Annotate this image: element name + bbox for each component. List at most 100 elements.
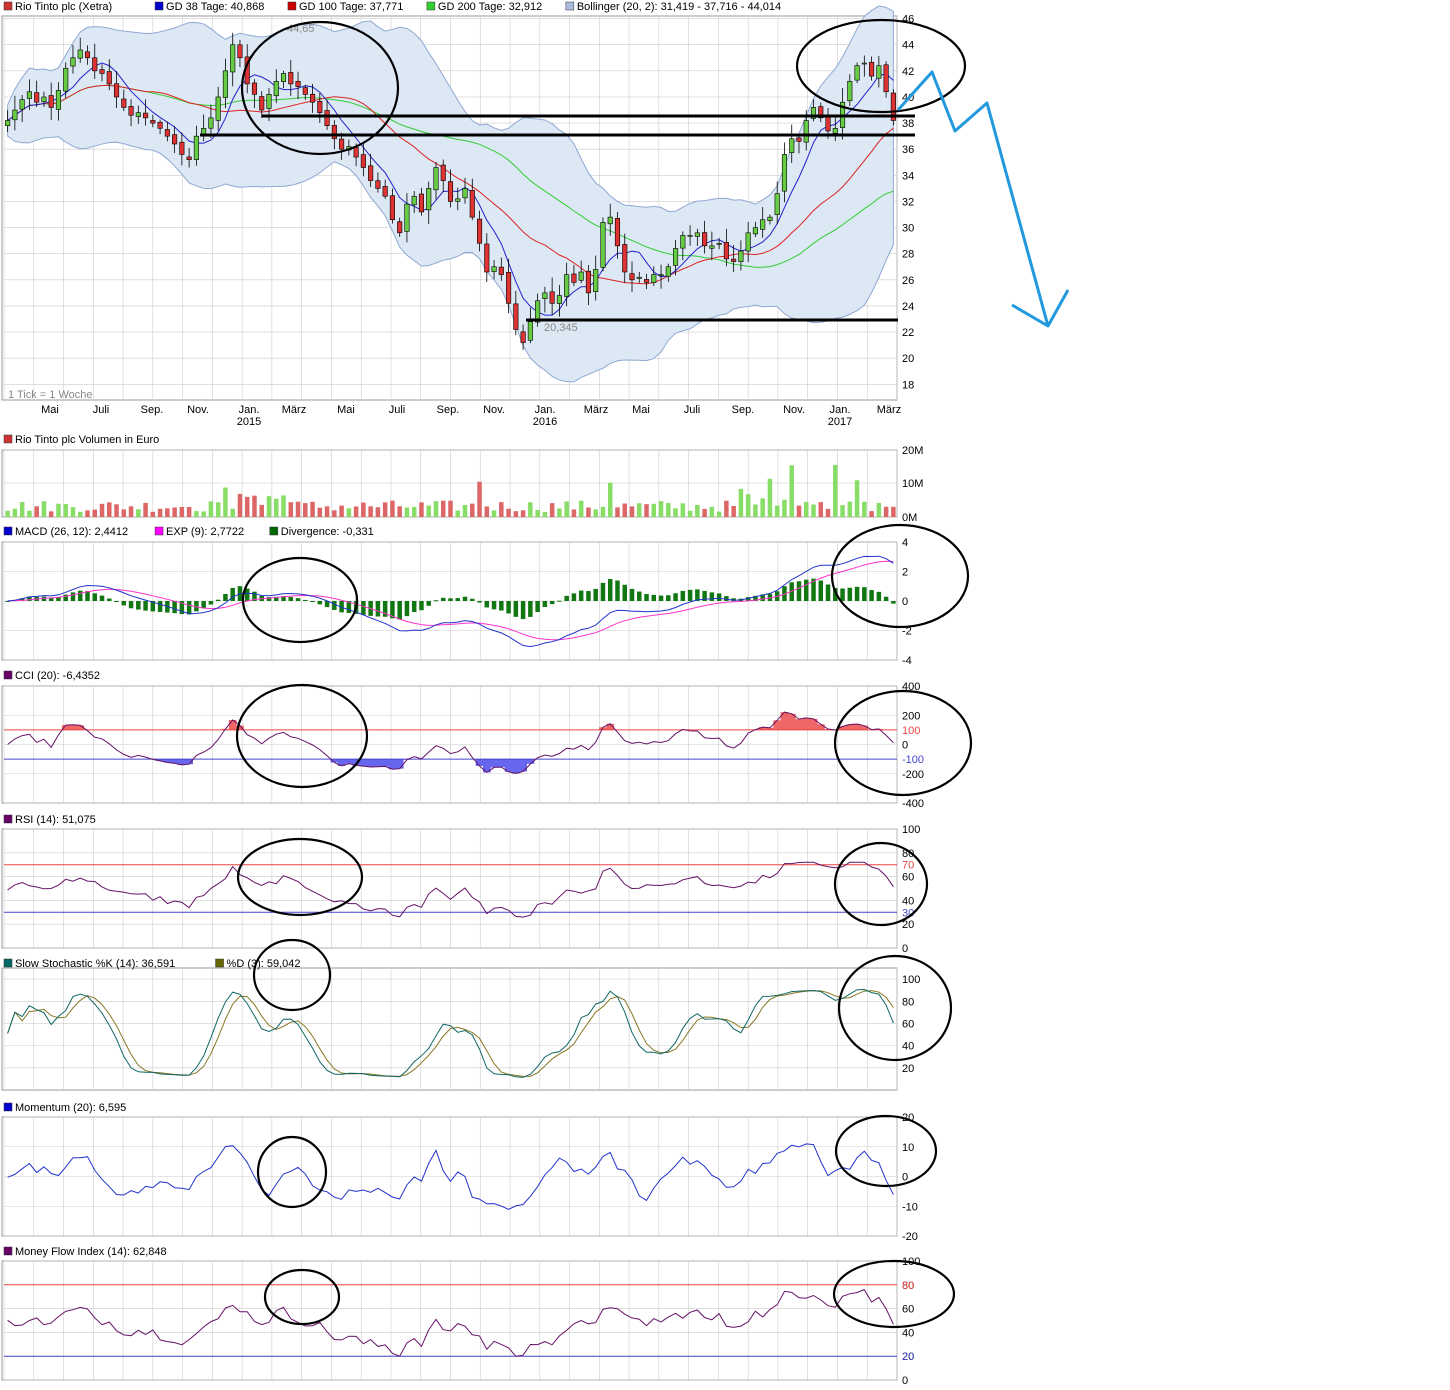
legend-label: RSI (14): 51,075 bbox=[15, 814, 96, 826]
divergence-bar bbox=[143, 601, 148, 611]
forecast-arrow bbox=[896, 70, 1070, 328]
volume-bar bbox=[281, 495, 286, 517]
candle-down bbox=[368, 165, 374, 181]
candle-down bbox=[397, 221, 403, 234]
y-tick-label: 60 bbox=[902, 872, 914, 884]
candle-up bbox=[680, 235, 686, 249]
volume-bar bbox=[702, 508, 707, 517]
candle-up bbox=[230, 44, 236, 73]
divergence-bar bbox=[223, 593, 228, 601]
volume-bar bbox=[186, 506, 192, 517]
legend-label: Momentum (20): 6,595 bbox=[15, 1102, 126, 1114]
y-tick-label: 18 bbox=[902, 379, 914, 391]
divergence-bar bbox=[876, 591, 882, 601]
candle-up bbox=[411, 195, 417, 206]
legend-label: Rio Tinto plc (Xetra) bbox=[15, 1, 112, 13]
candle-down bbox=[259, 96, 265, 111]
candle-up bbox=[745, 232, 751, 252]
volume-bar bbox=[56, 503, 61, 517]
y-tick-label: 60 bbox=[902, 1018, 914, 1030]
volume-bar bbox=[208, 501, 214, 517]
divergence-bar bbox=[186, 601, 192, 615]
candle-up bbox=[527, 321, 533, 341]
volume-bar bbox=[818, 502, 824, 517]
y-tick-label: 36 bbox=[902, 144, 914, 156]
volume-bar bbox=[339, 505, 344, 517]
candle-down bbox=[317, 101, 323, 113]
candle-down bbox=[622, 244, 628, 273]
volume-bar bbox=[745, 494, 751, 517]
candle-down bbox=[106, 71, 112, 85]
volume-bar bbox=[128, 506, 134, 517]
volume-bar bbox=[607, 482, 613, 517]
volume-bar bbox=[506, 508, 511, 517]
legend-label: Rio Tinto plc Volumen in Euro bbox=[15, 434, 159, 446]
candle-down bbox=[825, 115, 831, 132]
legend-swatch bbox=[565, 1, 575, 11]
volume-bar bbox=[644, 504, 649, 517]
candle-down bbox=[571, 273, 577, 283]
y-tick-label: 42 bbox=[902, 66, 914, 78]
candle-down bbox=[614, 218, 621, 247]
divergence-bar bbox=[201, 601, 206, 609]
divergence-bar bbox=[462, 596, 468, 601]
y-tick-label: 20 bbox=[902, 919, 914, 931]
divergence-bar bbox=[506, 601, 511, 614]
candle-up bbox=[861, 62, 867, 65]
candle-up bbox=[876, 65, 882, 79]
x-tick-label: Jan. bbox=[239, 404, 260, 416]
volume-bar bbox=[847, 501, 853, 517]
x-year-label: 2015 bbox=[237, 416, 261, 428]
volume-bar bbox=[244, 496, 250, 517]
legend-label: Divergence: -0,331 bbox=[281, 526, 374, 538]
candle-up bbox=[542, 292, 548, 299]
divergence-bar bbox=[840, 588, 845, 601]
candle-up bbox=[752, 227, 758, 235]
candle-down bbox=[157, 121, 163, 129]
candle-up bbox=[193, 135, 199, 160]
candle-down bbox=[549, 291, 555, 304]
divergence-bar bbox=[470, 598, 475, 601]
volume-bar bbox=[695, 504, 700, 517]
volume-bar bbox=[825, 508, 831, 517]
volume-bar bbox=[557, 508, 562, 517]
volume-bar bbox=[651, 503, 657, 517]
volume-bar bbox=[680, 503, 686, 517]
divergence-bar bbox=[121, 601, 127, 606]
divergence-bar bbox=[695, 589, 700, 601]
volume-bar bbox=[259, 504, 264, 517]
volume-bar bbox=[274, 498, 279, 517]
candle-up bbox=[208, 117, 214, 129]
candle-up bbox=[847, 81, 853, 102]
legend-swatch bbox=[269, 526, 279, 536]
volume-bar bbox=[252, 495, 257, 517]
volume-bar bbox=[796, 505, 802, 517]
divergence-bar bbox=[557, 600, 562, 602]
divergence-bar bbox=[615, 580, 620, 601]
legend-label: GD 38 Tage: 40,868 bbox=[166, 1, 264, 13]
volume-bar bbox=[77, 511, 83, 517]
low-annotation: 20,345 bbox=[544, 322, 578, 334]
y-tick-label: 26 bbox=[902, 275, 914, 287]
divergence-bar bbox=[455, 598, 461, 601]
x-tick-label: Nov. bbox=[783, 404, 805, 416]
x-tick-label: Juli bbox=[389, 404, 406, 416]
candle-up bbox=[636, 276, 642, 279]
x-tick-label: Mai bbox=[337, 404, 355, 416]
divergence-bar bbox=[295, 598, 301, 601]
chart-svg: Rio Tinto plc (Xetra) GD 38 Tage: 40,868 G… bbox=[1, 1, 1070, 1387]
divergence-bar bbox=[542, 601, 548, 607]
candle-up bbox=[564, 274, 570, 297]
volume-bar bbox=[716, 511, 722, 517]
y-tick-label: 100 bbox=[902, 974, 920, 986]
x-tick-label: Mai bbox=[41, 404, 59, 416]
x-tick-label: Sep. bbox=[437, 404, 460, 416]
candle-down bbox=[360, 154, 366, 168]
volume-bar bbox=[811, 504, 816, 517]
x-tick-label: März bbox=[584, 404, 608, 416]
volume-bar bbox=[353, 506, 359, 517]
volume-bar bbox=[578, 500, 584, 517]
volume-bar bbox=[491, 510, 497, 517]
volume-bar bbox=[615, 507, 620, 517]
volume-bar bbox=[528, 502, 533, 517]
